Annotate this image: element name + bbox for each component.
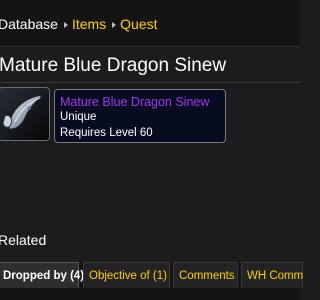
breadcrumb-items[interactable]: Items [72,16,106,32]
title-divider [0,82,300,83]
tooltip-unique: Unique [60,111,97,123]
tab-comments[interactable]: Comments [173,262,238,288]
breadcrumb-arrow-icon [112,21,117,28]
tooltip-item-name[interactable]: Mature Blue Dragon Sinew [60,95,209,109]
tooltip-required-level: Requires Level 60 [60,127,153,139]
related-tabs: Dropped by (4) Objective of (1) Comments… [0,262,303,300]
page-title: Mature Blue Dragon Sinew [0,55,227,76]
breadcrumb-database[interactable]: Database [0,16,58,32]
item-tooltip: Mature Blue Dragon Sinew Unique Requires… [54,89,226,143]
tab-dropped-by[interactable]: Dropped by (4) [0,262,84,288]
breadcrumb-quest[interactable]: Quest [120,16,157,32]
related-heading: Related [0,232,47,248]
breadcrumb-bar: Database Items Quest [0,0,300,47]
tab-wh-comments[interactable]: WH Comm [241,262,303,288]
breadcrumb: Database Items Quest [0,16,158,32]
blue-dragon-sinew-icon[interactable] [0,87,50,141]
breadcrumb-arrow-icon [63,21,68,28]
tab-objective-of[interactable]: Objective of (1) [83,262,170,288]
